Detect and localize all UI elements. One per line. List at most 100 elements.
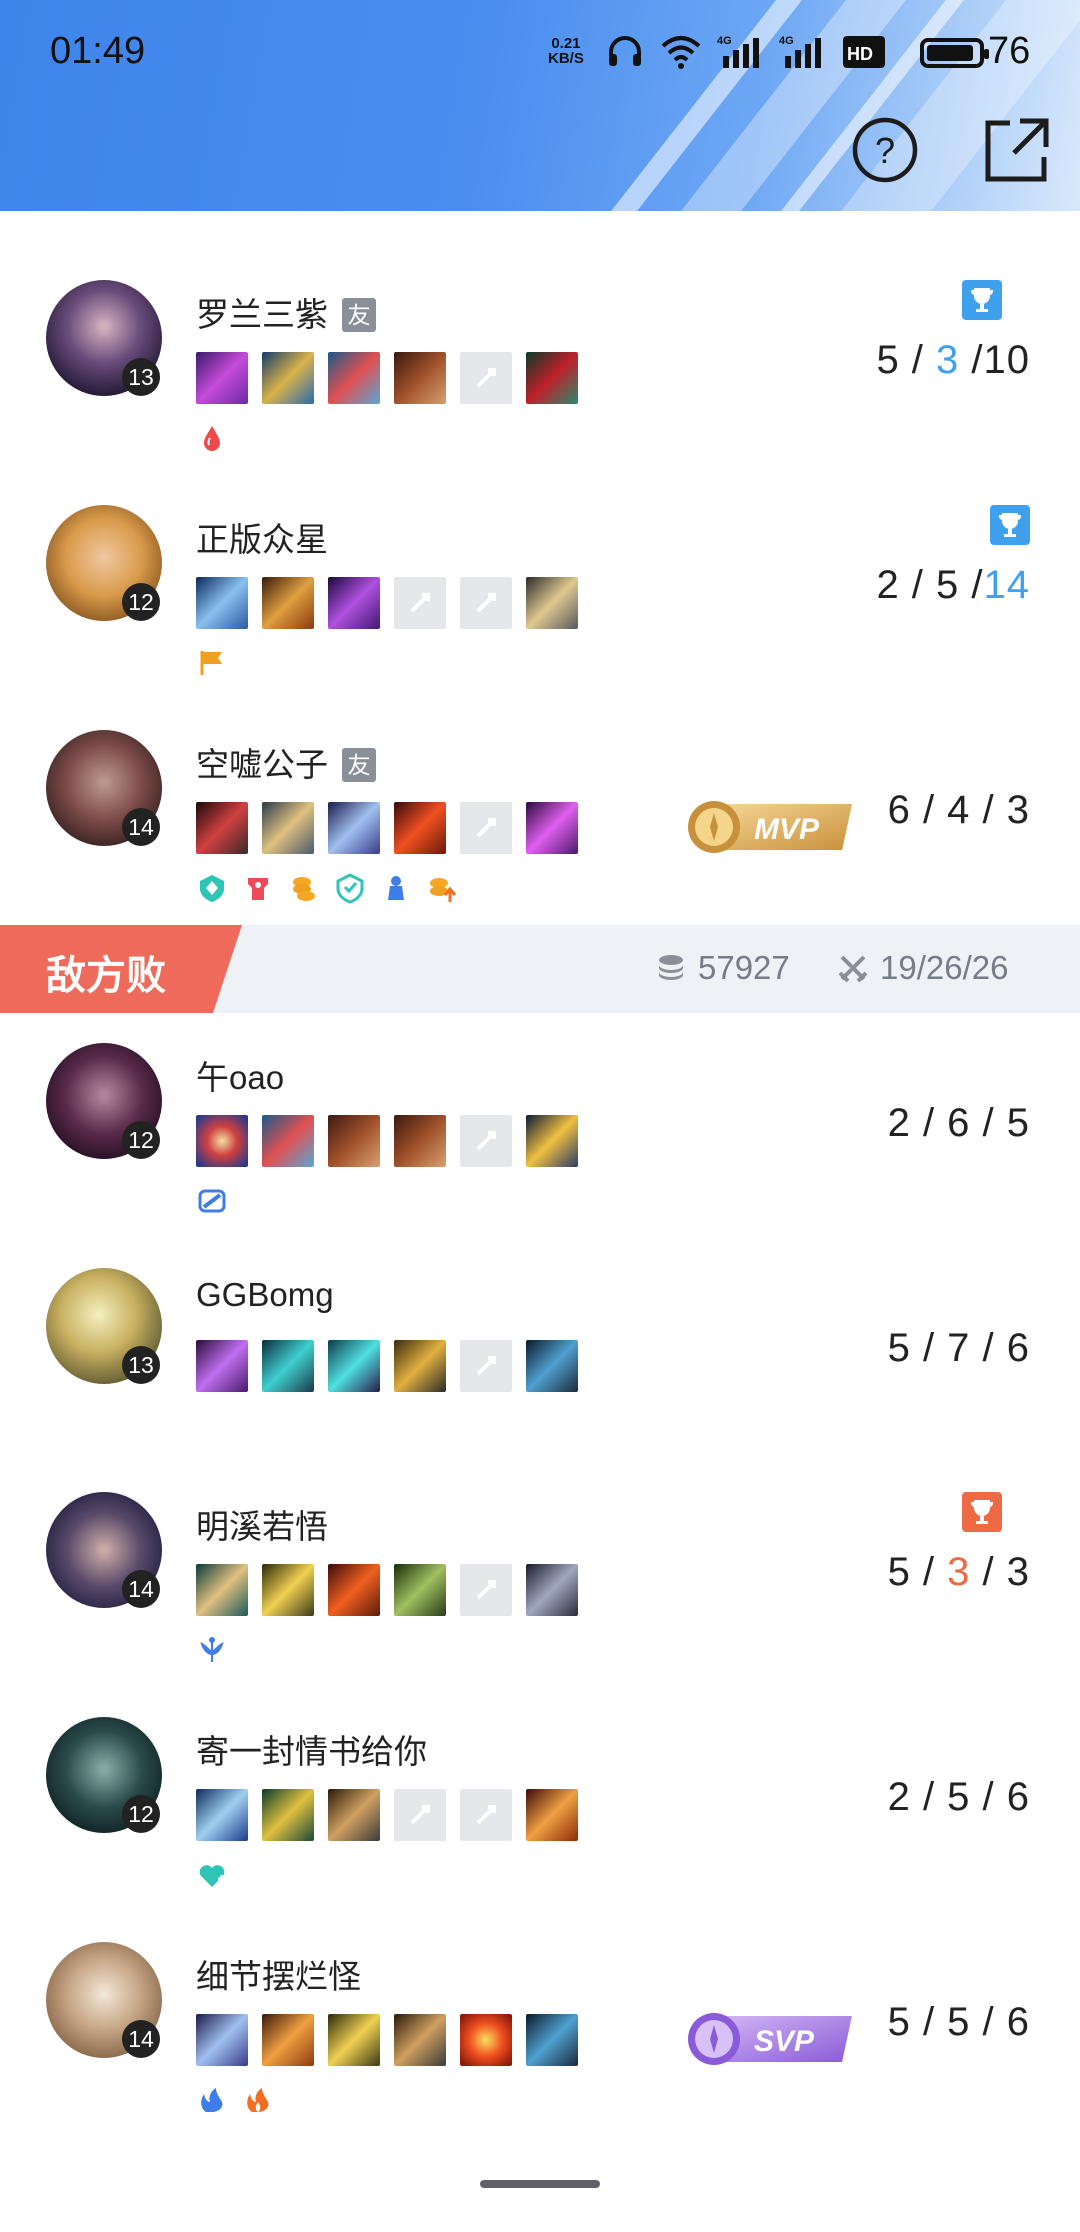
heal-badge-icon (198, 1189, 226, 1213)
friend-tag: 友 (342, 748, 376, 782)
item-icon (196, 1789, 248, 1841)
match-detail-screen: 01:49 0.21 KB/S 4G 4G HD 76 ? 13 罗兰三紫 友 … (0, 0, 1080, 2232)
item-icon (394, 1115, 446, 1167)
heart-plus-icon (199, 1865, 226, 1887)
level-badge: 12 (122, 1795, 160, 1833)
item-slots (196, 577, 578, 629)
player-name: 午oao (196, 1059, 285, 1096)
item-icon (526, 2014, 578, 2066)
trophy-icon (990, 505, 1030, 545)
item-icon (526, 1115, 578, 1167)
item-icon (262, 352, 314, 404)
trophy-icon (962, 280, 1002, 320)
support-icon (200, 1637, 224, 1662)
help-button[interactable]: ? (850, 115, 920, 185)
player-row[interactable]: 14 细节摆烂怪 SVP 5 / 5 / 6 (0, 1942, 1080, 2166)
player-name: 空嘘公子友 (196, 738, 376, 786)
shield-badge-icon (200, 875, 224, 902)
player-name: 细节摆烂怪 (196, 1958, 361, 1995)
headset-icon (609, 36, 641, 66)
item-icon (394, 802, 446, 854)
item-slots (196, 1340, 578, 1392)
svg-text:HD: HD (847, 44, 873, 64)
status-time: 01:49 (50, 30, 146, 72)
item-slots (196, 1115, 578, 1167)
ward-icon (388, 876, 404, 900)
item-icon (394, 352, 446, 404)
header-bar: 01:49 0.21 KB/S 4G 4G HD 76 ? (0, 0, 1080, 211)
player-row[interactable]: 12 寄一封情书给你 2 / 5 / 6 (0, 1717, 1080, 1941)
empty-item-slot (394, 1789, 446, 1841)
svg-text:?: ? (875, 130, 895, 171)
hd-call-icon: HD (843, 36, 885, 68)
item-icon (526, 577, 578, 629)
team-gold: 57927 (656, 949, 790, 987)
gold-up-icon (430, 878, 457, 902)
player-row[interactable]: 12 午oao 2 / 6 / 5 (0, 1043, 1080, 1267)
player-name: 寄一封情书给你 (196, 1733, 427, 1770)
item-icon (328, 2014, 380, 2066)
signal-4g-icon: 4G (717, 35, 759, 68)
level-badge: 13 (122, 1346, 160, 1384)
item-icon (328, 577, 380, 629)
empty-item-slot (460, 352, 512, 404)
player-row[interactable]: 14 空嘘公子友 MVP 6 / 4 / 3 (0, 730, 1080, 954)
mvp-badge: MVP (688, 801, 852, 853)
svg-text:4G: 4G (779, 35, 794, 47)
player-row[interactable]: 12 正版众星 2 / 5 /14 (0, 505, 1080, 729)
player-name: 罗兰三紫友 (196, 288, 376, 336)
battery-level: 76 (988, 30, 1031, 72)
wifi-icon (661, 36, 701, 69)
player-kda: 5 / 5 / 6 (887, 2000, 1030, 2044)
fire-icon (247, 2088, 269, 2112)
item-icon (196, 2014, 248, 2066)
defense-icon (336, 873, 364, 904)
trophy-icon (962, 1492, 1002, 1532)
svg-text:SVP: SVP (754, 2025, 815, 2058)
item-icon (526, 1564, 578, 1616)
gold-stack-icon (659, 955, 683, 980)
item-icon (262, 1564, 314, 1616)
level-badge: 14 (122, 808, 160, 846)
item-icon (196, 802, 248, 854)
item-icon (196, 1115, 248, 1167)
item-icon (262, 1789, 314, 1841)
item-icon (328, 1789, 380, 1841)
player-kda: 5 / 3 / 3 (887, 1550, 1030, 1594)
empty-item-slot (460, 1340, 512, 1392)
signal-4g-icon-2: 4G (779, 35, 821, 68)
item-icon (196, 1340, 248, 1392)
empty-item-slot (460, 577, 512, 629)
player-row[interactable]: 13 GGBomg 5 / 7 / 6 (0, 1268, 1080, 1492)
player-kda: 2 / 6 / 5 (887, 1101, 1030, 1145)
item-icon (262, 577, 314, 629)
player-row[interactable]: 13 罗兰三紫友 5 / 3 /10 (0, 280, 1080, 504)
team-kda: 19/26/26 (838, 949, 1008, 987)
player-row[interactable]: 14 明溪若悟 5 / 3 / 3 (0, 1492, 1080, 1716)
share-button[interactable] (982, 115, 1052, 185)
team-result-tag: 敌方败 (0, 925, 242, 1013)
item-icon (262, 802, 314, 854)
item-icon (196, 1564, 248, 1616)
tower-icon (248, 878, 268, 900)
svg-text:4G: 4G (717, 35, 732, 47)
item-icon (328, 802, 380, 854)
item-icon (526, 1340, 578, 1392)
first-blood-icon (204, 426, 220, 451)
item-icon (328, 1340, 380, 1392)
svp-badge: SVP (688, 2013, 852, 2065)
level-badge: 14 (122, 1570, 160, 1608)
friend-tag: 友 (342, 298, 376, 332)
item-icon (328, 352, 380, 404)
player-kda: 6 / 4 / 3 (887, 788, 1030, 832)
svg-text:MVP: MVP (754, 813, 820, 846)
item-icon (394, 2014, 446, 2066)
empty-item-slot (460, 802, 512, 854)
empty-item-slot (394, 577, 446, 629)
player-kda: 5 / 3 /10 (876, 338, 1030, 382)
battery-icon (920, 38, 989, 68)
item-slots (196, 352, 578, 404)
item-icon (526, 352, 578, 404)
item-slots (196, 1789, 578, 1841)
home-indicator[interactable] (480, 2180, 600, 2188)
